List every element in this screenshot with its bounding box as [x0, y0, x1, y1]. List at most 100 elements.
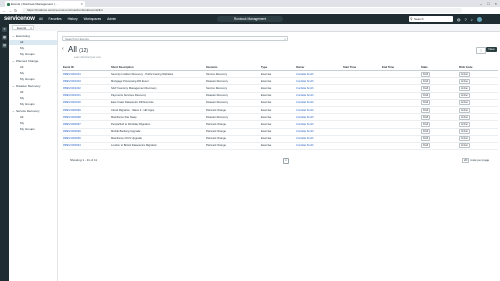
event-id-link[interactable]: RBEV0001003	[62, 77, 110, 86]
sidebar-item-planned-all[interactable]: All	[9, 65, 57, 70]
owner-link[interactable]: Cordelia Smith	[295, 70, 342, 79]
table-cell: Amber	[458, 113, 498, 122]
sidebar-item-exercising-my-groups[interactable]: My Groups	[9, 52, 57, 57]
sidebar-item-disaster-my[interactable]: My	[9, 96, 57, 101]
chevron-left-icon[interactable]: ‹	[62, 46, 64, 52]
app-name-pill[interactable]: Runbook Management	[217, 16, 283, 22]
table-row[interactable]: RBEV0000999 Cloud Migration - Wave 3 - HR…	[62, 106, 498, 115]
table-cell	[342, 106, 381, 115]
back-icon[interactable]: ←	[2, 8, 6, 13]
sidebar-item-service-my[interactable]: My	[9, 121, 57, 126]
sidebar-item-exercising-my[interactable]: My	[9, 46, 57, 51]
list-subtitle: Last refreshed just now	[74, 56, 101, 59]
new-button[interactable]: New	[486, 47, 497, 52]
table-cell: Amber	[458, 84, 498, 93]
table-row[interactable]: RBEV0001004 Security Incident Recovery - …	[62, 70, 498, 79]
owner-link[interactable]: Cordelia Smith	[295, 106, 342, 115]
list-icon[interactable]: ≡	[2, 27, 7, 32]
forward-icon[interactable]: →	[8, 8, 12, 13]
nav-admin[interactable]: Admin	[107, 17, 116, 21]
nav-workspaces[interactable]: Workspaces	[84, 17, 101, 21]
table-cell: Service Recovery	[205, 84, 260, 93]
owner-link[interactable]: Cordelia Smith	[295, 135, 342, 143]
owner-link[interactable]: Cordelia Smith	[295, 99, 342, 107]
state-badge: Draft	[421, 100, 431, 106]
sidebar-item-planned-my[interactable]: My	[9, 71, 57, 76]
sidebar-item-disaster-my-groups[interactable]: My Groups	[9, 102, 57, 107]
table-row[interactable]: RBEV0000998 Mainframe Site Swap Disaster R…	[62, 113, 498, 122]
table-cell: Exercise	[260, 99, 295, 107]
browser-tab-strip: Events | Runbook Management | ... × – □ …	[0, 0, 500, 7]
event-id-link[interactable]: RBEV0000996	[62, 128, 110, 136]
event-id-link[interactable]: RBEV0000997	[62, 120, 110, 129]
table-row[interactable]: RBEV0001001 Payments Services Recovery Dis…	[62, 92, 498, 100]
list-search-input[interactable]: Search for Events ×	[62, 36, 288, 41]
maximize-icon[interactable]: □	[487, 1, 489, 6]
sidebar-group-service-recovery[interactable]: ⌄Service Recovery	[9, 109, 57, 114]
servicenow-logo[interactable]: servicenow	[4, 15, 35, 23]
nav-all[interactable]: All	[39, 17, 43, 21]
tab-events-label: Events	[17, 26, 27, 30]
sidebar-group-disaster-recovery[interactable]: ⌄Disaster Recovery	[9, 84, 57, 89]
chart-icon[interactable]: ▤	[2, 43, 7, 48]
event-id-link[interactable]: RBEV0000995	[62, 135, 110, 143]
table-cell: Exercise	[260, 84, 295, 93]
more-actions-button[interactable]: ⋮	[476, 47, 486, 54]
sidebar-group-planned-change[interactable]: ⌄Planned Change	[9, 59, 57, 64]
owner-link[interactable]: Cordelia Smith	[295, 142, 342, 151]
tab-events[interactable]: Events ×	[12, 25, 34, 30]
owner-link[interactable]: Cordelia Smith	[295, 84, 342, 93]
sidebar-group-label: Exercising	[16, 34, 30, 38]
avatar[interactable]	[476, 16, 482, 22]
table-cell	[381, 84, 420, 93]
event-id-link[interactable]: RBEV0000998	[62, 113, 110, 122]
sidebar-group-exercising[interactable]: ⌄Exercising	[9, 34, 57, 39]
table-cell: Planned Change	[205, 128, 260, 136]
help-icon[interactable]: ?	[465, 17, 467, 22]
event-id-link[interactable]: RBEV0001002	[62, 84, 110, 93]
sidebar-item-disaster-all[interactable]: All	[9, 90, 57, 95]
sidebar-item-planned-my-groups[interactable]: My Groups	[9, 77, 57, 82]
table-row[interactable]: RBEV0000996 Mobile Banking Upgrade Planned…	[62, 128, 498, 136]
sidebar-item-service-my-groups[interactable]: My Groups	[9, 127, 57, 132]
rows-per-page-select[interactable]: 20	[462, 158, 470, 163]
global-search-input[interactable]: ⚲ Search	[409, 16, 453, 22]
calendar-icon[interactable]: ▦	[2, 35, 7, 40]
event-id-link[interactable]: RBEV0000999	[62, 106, 110, 115]
bell-icon[interactable]: ♪	[471, 17, 473, 22]
sidebar-item-service-all[interactable]: All	[9, 115, 57, 120]
table-row[interactable]: RBEV0000995 Mainframe CICS Upgrade Planned…	[62, 135, 498, 143]
table-row[interactable]: RBEV0001003 Mortgage Processing DR Event D…	[62, 77, 498, 86]
list-main: Search for Events × ‹ All (12) Last refr…	[58, 31, 500, 281]
globe-icon[interactable]: ◍	[457, 17, 461, 22]
url-field[interactable]: https://instance.service-now.com/now/run…	[22, 8, 462, 13]
table-row[interactable]: RBEV0001000 East Coast Datacentre DR Exer…	[62, 99, 498, 107]
reload-icon[interactable]: ↻	[14, 8, 17, 13]
table-row[interactable]: RBEV0000997 PeopleSoft to Workday Migrati…	[62, 120, 498, 129]
owner-link[interactable]: Cordelia Smith	[295, 113, 342, 122]
owner-link[interactable]: Cordelia Smith	[295, 77, 342, 86]
close-window-icon[interactable]: ×	[495, 1, 497, 6]
rag-badge: Amber	[459, 85, 471, 91]
state-badge: Draft	[421, 136, 431, 142]
page-number-button[interactable]: 1	[283, 158, 289, 164]
owner-link[interactable]: Cordelia Smith	[295, 92, 342, 100]
close-icon[interactable]: ×	[284, 37, 286, 42]
search-icon: ⚲	[410, 17, 413, 21]
event-id-link[interactable]: RBEV0000994	[62, 142, 110, 151]
nav-history[interactable]: History	[68, 17, 78, 21]
event-id-link[interactable]: RBEV0001000	[62, 99, 110, 107]
minimize-icon[interactable]: –	[480, 1, 482, 6]
page-title-text: All	[68, 45, 77, 54]
event-id-link[interactable]: RBEV0001001	[62, 92, 110, 100]
table-cell: Disaster Recovery	[205, 113, 260, 122]
owner-link[interactable]: Cordelia Smith	[295, 128, 342, 136]
sidebar-group-label: Disaster Recovery	[16, 84, 41, 88]
left-nav-rail: ≡ ▦ ▤	[0, 24, 9, 281]
event-id-link[interactable]: RBEV0001004	[62, 70, 110, 79]
owner-link[interactable]: Cordelia Smith	[295, 120, 342, 129]
nav-favorites[interactable]: Favorites	[49, 17, 62, 21]
table-row[interactable]: RBEV0000994 London to Bristol Datacentre …	[62, 142, 498, 151]
sidebar-item-exercising-all[interactable]: All	[9, 40, 57, 45]
table-row[interactable]: RBEV0001002 SAP Inventory Management Reco…	[62, 84, 498, 93]
